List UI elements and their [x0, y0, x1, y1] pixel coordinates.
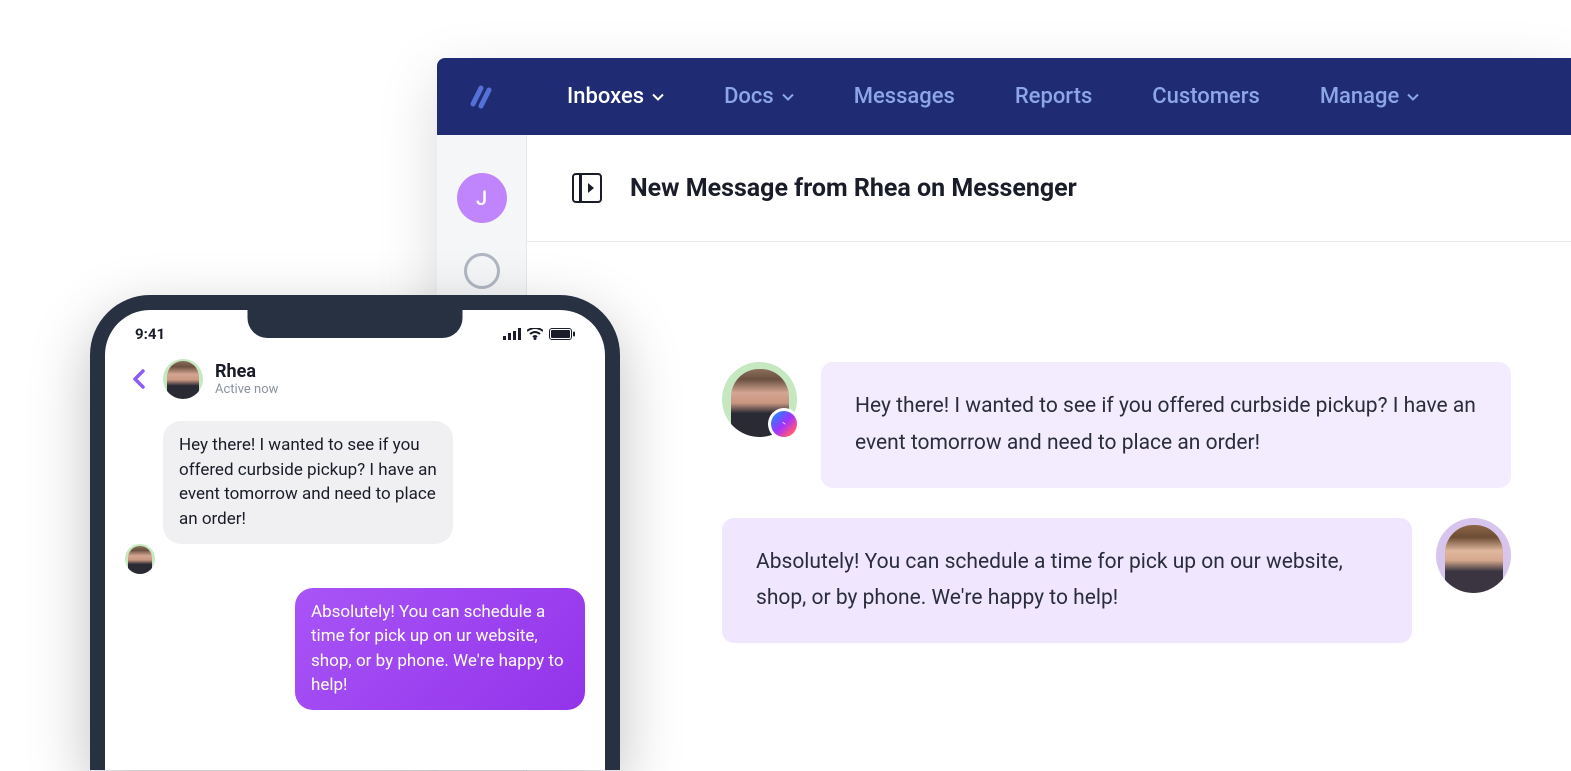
- battery-icon: [549, 328, 575, 340]
- nav-item-label: Docs: [724, 84, 774, 109]
- nav-inboxes[interactable]: Inboxes: [567, 84, 664, 109]
- phone-message-row-outgoing: Absolutely! You can schedule a time for …: [125, 588, 585, 711]
- nav-item-label: Manage: [1320, 84, 1399, 109]
- phone-contact-avatar[interactable]: [163, 359, 203, 399]
- nav-item-label: Messages: [854, 84, 955, 109]
- messenger-badge-icon: [768, 408, 800, 440]
- chevron-down-icon: [1407, 93, 1419, 101]
- wifi-icon: [527, 328, 543, 340]
- back-chevron-icon[interactable]: [127, 367, 151, 391]
- phone-status-icons: [503, 328, 575, 340]
- conversation-thread: Hey there! I wanted to see if you offere…: [527, 242, 1571, 713]
- nav-item-label: Reports: [1015, 84, 1092, 109]
- phone-mockup: 9:41 Rhea Active now Hey there! I wanted…: [90, 295, 620, 770]
- avatar-container: [1436, 518, 1511, 593]
- message-row-incoming: Hey there! I wanted to see if you offere…: [722, 362, 1521, 488]
- phone-contact-name: Rhea: [215, 361, 278, 382]
- app-logo-icon[interactable]: [467, 82, 497, 112]
- main-content: New Message from Rhea on Messenger: [527, 135, 1571, 771]
- avatar-container: [722, 362, 797, 437]
- nav-customers[interactable]: Customers: [1152, 84, 1260, 109]
- nav-manage[interactable]: Manage: [1320, 84, 1419, 109]
- message-row-outgoing: Absolutely! You can schedule a time for …: [722, 518, 1521, 644]
- sidebar-search-icon[interactable]: [464, 253, 500, 289]
- phone-conversation: Hey there! I wanted to see if you offere…: [105, 413, 605, 732]
- phone-message-row-incoming: Hey there! I wanted to see if you offere…: [125, 421, 585, 544]
- nav-docs[interactable]: Docs: [724, 84, 794, 109]
- top-nav: Inboxes Docs Messages Reports Customers …: [437, 58, 1571, 135]
- phone-contact-status: Active now: [215, 382, 278, 397]
- chevron-down-icon: [652, 93, 664, 101]
- phone-message-avatar: [125, 544, 155, 574]
- message-header: New Message from Rhea on Messenger: [527, 135, 1571, 242]
- phone-chat-header: Rhea Active now: [105, 351, 605, 413]
- phone-header-text: Rhea Active now: [215, 361, 278, 397]
- nav-item-label: Inboxes: [567, 84, 644, 109]
- message-title: New Message from Rhea on Messenger: [630, 174, 1077, 203]
- message-bubble-outgoing: Absolutely! You can schedule a time for …: [722, 518, 1412, 644]
- signal-icon: [503, 328, 521, 340]
- phone-bubble-incoming: Hey there! I wanted to see if you offere…: [163, 421, 453, 544]
- sidebar-avatar[interactable]: J: [457, 173, 507, 223]
- chevron-down-icon: [782, 93, 794, 101]
- expand-panel-icon[interactable]: [572, 173, 602, 203]
- nav-messages[interactable]: Messages: [854, 84, 955, 109]
- nav-reports[interactable]: Reports: [1015, 84, 1092, 109]
- phone-notch: [248, 308, 463, 338]
- phone-bubble-outgoing: Absolutely! You can schedule a time for …: [295, 588, 585, 711]
- message-bubble-incoming: Hey there! I wanted to see if you offere…: [821, 362, 1511, 488]
- nav-item-label: Customers: [1152, 84, 1260, 109]
- phone-time: 9:41: [135, 325, 165, 343]
- agent-avatar[interactable]: [1436, 518, 1511, 593]
